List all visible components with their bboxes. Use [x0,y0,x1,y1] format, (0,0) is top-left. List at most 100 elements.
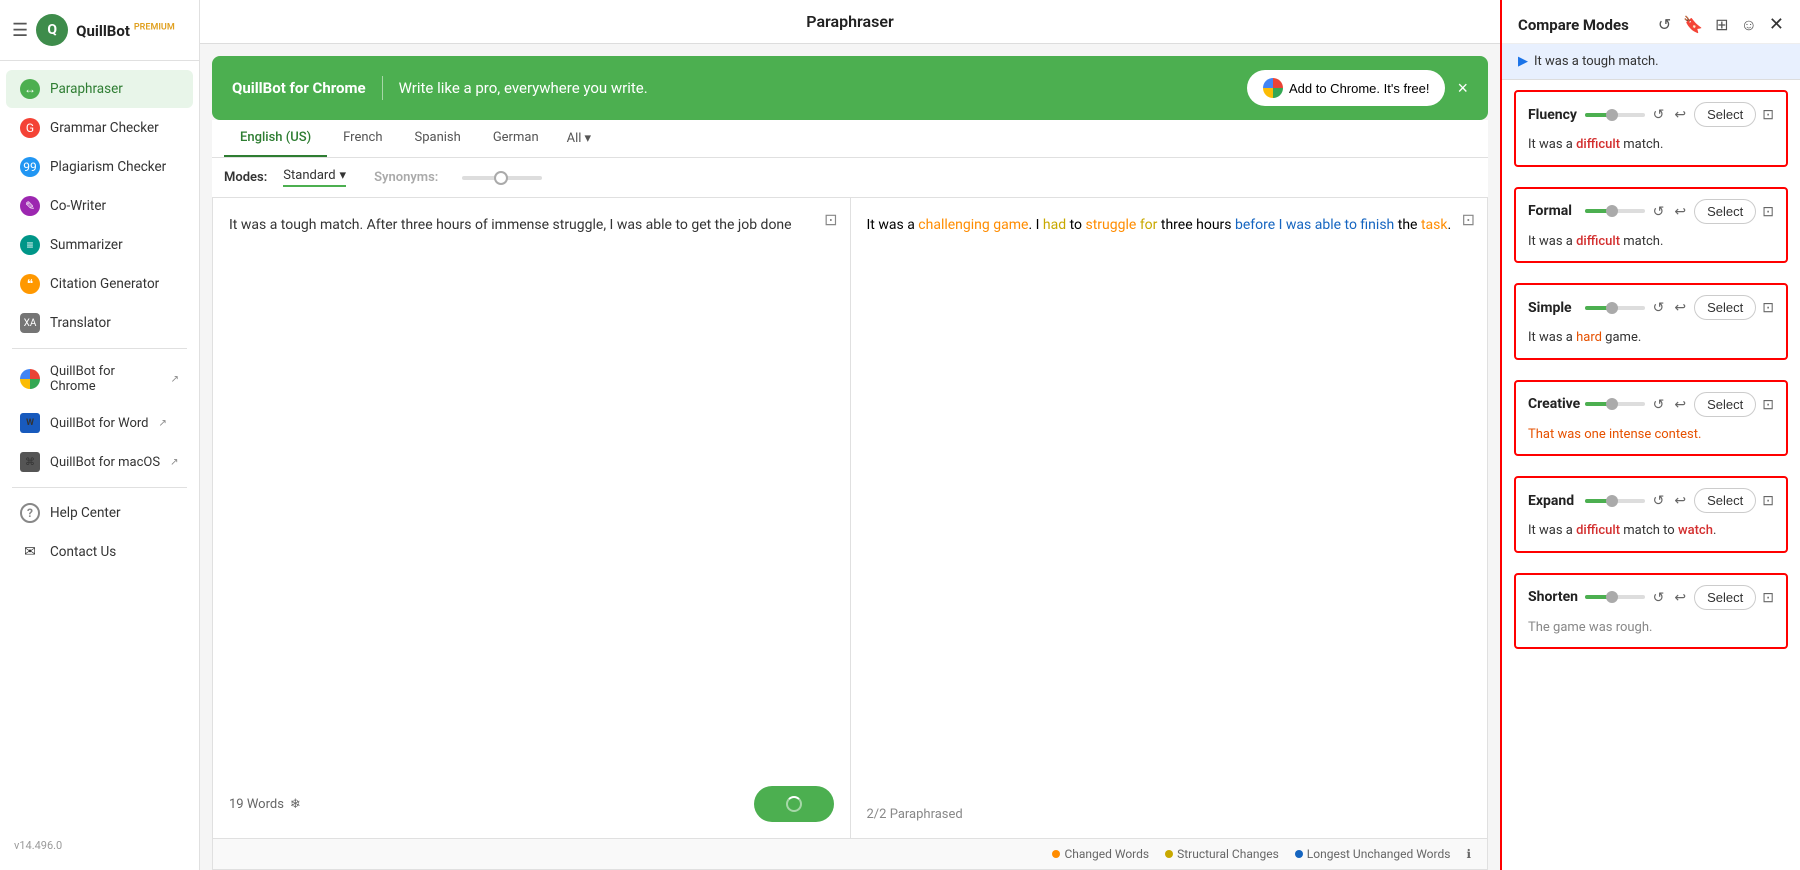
mode-dropdown[interactable]: Standard ▾ [283,168,346,187]
shorten-slider[interactable] [1585,595,1645,599]
fluency-copy-btn[interactable]: ⊡ [1762,106,1774,123]
expand-text: It was a difficult match to watch. [1528,521,1774,541]
sidebar-item-paraphraser[interactable]: ↔ Paraphraser [6,70,193,108]
sidebar-item-contact[interactable]: ✉ Contact Us [6,533,193,571]
translator-icon: XA [20,313,40,333]
input-text[interactable]: It was a tough match. After three hours … [229,214,834,776]
synonyms-slider[interactable] [462,176,542,180]
legend-info-icon[interactable]: ℹ [1466,847,1471,861]
lang-spanish-label: Spanish [415,130,461,145]
topbar: Paraphraser [200,0,1500,44]
input-copy-icon[interactable]: ⊡ [824,210,837,229]
sidebar-item-plagiarism[interactable]: 99 Plagiarism Checker [6,148,193,186]
sidebar-item-summarizer[interactable]: ≡ Summarizer [6,226,193,264]
mode-card-fluency: Fluency ↺ ↩ Select ⊡ It was a difficult … [1514,90,1788,167]
sidebar-item-citation[interactable]: ❝ Citation Generator [6,265,193,303]
expand-text-prefix: It was a [1528,523,1576,538]
paraphrase-count: 2/2 Paraphrased [867,807,963,822]
shorten-header: Shorten ↺ ↩ Select ⊡ [1528,585,1774,610]
output-word2: had [1043,217,1066,233]
sidebar-item-cowriter[interactable]: ✎ Co-Writer [6,187,193,225]
simple-refresh-btn[interactable]: ↺ [1651,297,1667,318]
output-copy-icon[interactable]: ⊡ [1462,210,1475,229]
simple-text-suffix: game. [1602,330,1641,345]
editor-toolbar: Modes: Standard ▾ Synonyms: [212,158,1488,198]
shorten-refresh-btn[interactable]: ↺ [1651,587,1667,608]
expand-copy-btn[interactable]: ⊡ [1762,492,1774,509]
emoji-icon[interactable]: ☺ [1741,15,1757,35]
sidebar-item-chrome[interactable]: QuillBot for Chrome ↗ [6,355,193,403]
chrome-banner: QuillBot for Chrome Write like a pro, ev… [212,56,1488,120]
creative-slider-thumb [1606,398,1618,410]
sidebar-item-macos[interactable]: ⌘ QuillBot for macOS ↗ [6,443,193,481]
chrome-btn-label: Add to Chrome. It's free! [1289,81,1430,96]
sidebar-item-grammar[interactable]: G Grammar Checker [6,109,193,147]
sidebar-item-help[interactable]: ? Help Center [6,494,193,532]
formal-copy-btn[interactable]: ⊡ [1762,203,1774,220]
fluency-slider[interactable] [1585,113,1645,117]
fluency-text-suffix: match. [1620,137,1663,152]
banner-left: QuillBot for Chrome Write like a pro, ev… [232,76,648,100]
output-prefix: It was a [867,217,919,233]
legend-bar: Changed Words Structural Changes Longest… [212,839,1488,870]
banner-close-button[interactable]: × [1457,78,1468,99]
lang-tab-spanish[interactable]: Spanish [399,120,477,157]
logo-name: QuillBot [76,22,130,40]
simple-undo-btn[interactable]: ↩ [1672,297,1688,318]
lang-tab-english[interactable]: English (US) [224,120,327,157]
unchanged-dot [1295,850,1303,858]
shorten-undo-btn[interactable]: ↩ [1672,587,1688,608]
simple-text: It was a hard game. [1528,328,1774,348]
formal-undo-btn[interactable]: ↩ [1672,201,1688,222]
fluency-name: Fluency [1528,107,1577,123]
formal-select-btn[interactable]: Select [1694,199,1756,224]
snowflake-icon: ❄ [290,797,301,812]
modes-label: Modes: [224,170,267,185]
expand-undo-btn[interactable]: ↩ [1672,490,1688,511]
sidebar-item-translator[interactable]: XA Translator [6,304,193,342]
simple-select-btn[interactable]: Select [1694,295,1756,320]
creative-select-btn[interactable]: Select [1694,392,1756,417]
creative-text-full: That was one intense contest. [1528,427,1701,442]
plagiarism-label: Plagiarism Checker [50,159,166,175]
chrome-ext-badge: ↗ [171,374,179,385]
structural-label: Structural Changes [1177,847,1279,861]
page-title: Paraphraser [806,12,893,31]
history-icon[interactable]: ↺ [1658,15,1671,34]
creative-undo-btn[interactable]: ↩ [1672,394,1688,415]
shorten-select-btn[interactable]: Select [1694,585,1756,610]
simple-name: Simple [1528,300,1572,316]
creative-refresh-btn[interactable]: ↺ [1651,394,1667,415]
help-label: Help Center [50,505,121,521]
banner-brand: QuillBot for Chrome [232,79,366,97]
sidebar-nav: ↔ Paraphraser G Grammar Checker 99 Plagi… [0,61,199,825]
sidebar-item-word[interactable]: W QuillBot for Word ↗ [6,404,193,442]
formal-refresh-btn[interactable]: ↺ [1651,201,1667,222]
formal-slider[interactable] [1585,209,1645,213]
simple-slider[interactable] [1585,306,1645,310]
shorten-copy-btn[interactable]: ⊡ [1762,589,1774,606]
preview-bullet: ▶ [1518,54,1528,69]
expand-refresh-btn[interactable]: ↺ [1651,490,1667,511]
fluency-select-btn[interactable]: Select [1694,102,1756,127]
creative-slider[interactable] [1585,402,1645,406]
lang-tab-all[interactable]: All ▾ [555,121,603,156]
hamburger-menu[interactable]: ☰ [12,20,28,41]
expand-slider[interactable] [1585,499,1645,503]
fluency-refresh-btn[interactable]: ↺ [1651,104,1667,125]
paraphrase-button[interactable] [754,786,834,822]
expand-select-btn[interactable]: Select [1694,488,1756,513]
simple-copy-btn[interactable]: ⊡ [1762,299,1774,316]
creative-copy-btn[interactable]: ⊡ [1762,396,1774,413]
word-count: 19 Words ❄ [229,797,301,812]
lang-tab-german[interactable]: German [477,120,555,157]
output-text: It was a challenging game. I had to stru… [867,214,1472,797]
compare-close-button[interactable]: ✕ [1769,14,1784,35]
bookmark-icon[interactable]: 🔖 [1683,15,1703,34]
logo-area: QuillBot PREMIUM [76,21,175,40]
table-icon[interactable]: ⊞ [1715,15,1728,34]
fluency-undo-btn[interactable]: ↩ [1672,104,1688,125]
lang-tab-french[interactable]: French [327,120,398,157]
logo-icon: Q [36,14,68,46]
add-chrome-button[interactable]: Add to Chrome. It's free! [1247,70,1446,106]
